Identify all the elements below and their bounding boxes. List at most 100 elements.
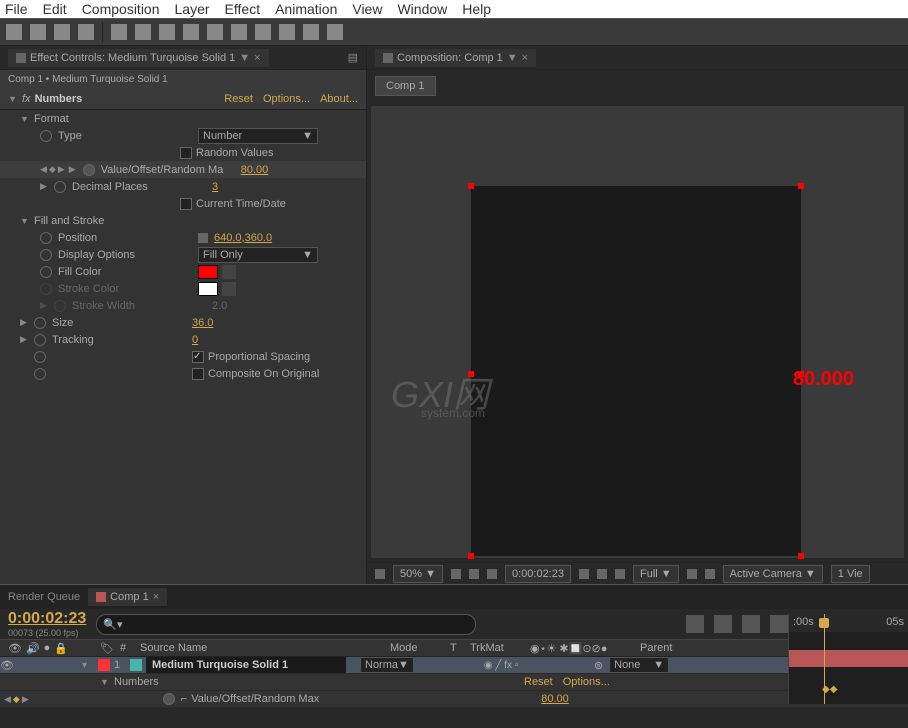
decimal-places-value[interactable]: 3 xyxy=(212,181,218,193)
pen-tool-icon[interactable] xyxy=(183,24,199,40)
stopwatch-icon[interactable] xyxy=(34,334,46,346)
comp-original-checkbox[interactable] xyxy=(192,368,204,380)
fx-row[interactable]: ▼ Numbers Reset Options... xyxy=(0,674,908,691)
lock-icon[interactable]: 🔒 xyxy=(54,642,68,655)
prop-row[interactable]: ◀◆▶ ⌐ Value/Offset/Random Max 80.00 xyxy=(0,691,908,708)
eye-toggle[interactable]: 👁 xyxy=(0,659,14,672)
collapse-arrow-icon[interactable]: ▼ xyxy=(20,114,30,124)
keyframe-nav[interactable]: ◀◆▶ xyxy=(40,164,65,175)
solo-icon[interactable]: ● xyxy=(44,642,51,655)
layer-name[interactable]: Medium Turquoise Solid 1 xyxy=(146,657,346,673)
prop-track-value[interactable]: 80.00 xyxy=(541,693,569,705)
render-queue-tab[interactable]: Render Queue xyxy=(8,591,80,603)
rotate-tool-icon[interactable] xyxy=(78,24,94,40)
expand-arrow-icon[interactable]: ▼ xyxy=(100,677,110,687)
composition-tab[interactable]: Composition: Comp 1 ▼ × xyxy=(375,49,536,67)
current-time-checkbox[interactable] xyxy=(180,198,192,210)
handle-icon[interactable] xyxy=(798,553,804,559)
about-link[interactable]: About... xyxy=(320,93,358,105)
collapse-arrow-icon[interactable]: ▼ xyxy=(8,94,18,104)
rect-tool-icon[interactable] xyxy=(159,24,175,40)
prop-spacing-checkbox[interactable] xyxy=(192,351,204,363)
timeline-track-area[interactable]: :00s 05s ◆◆ xyxy=(788,614,908,704)
expand-arrow-icon[interactable]: ▶ xyxy=(20,317,30,328)
color-icon[interactable] xyxy=(615,569,625,579)
stopwatch-icon[interactable] xyxy=(34,351,46,363)
hand-tool-icon[interactable] xyxy=(30,24,46,40)
menu-edit[interactable]: Edit xyxy=(43,1,67,17)
effect-name[interactable]: Numbers xyxy=(35,93,83,105)
mask-icon[interactable] xyxy=(469,569,479,579)
roto-tool-icon[interactable] xyxy=(303,24,319,40)
draft3d-icon[interactable] xyxy=(714,615,732,633)
timeline-comp-tab[interactable]: Comp 1 × xyxy=(88,588,167,606)
menu-composition[interactable]: Composition xyxy=(82,1,160,17)
comp-tab-button[interactable]: Comp 1 xyxy=(375,76,436,96)
expand-arrow-icon[interactable]: ▶ xyxy=(69,164,79,175)
type-dropdown[interactable]: Number▼ xyxy=(198,128,318,144)
parent-pickwhip-icon[interactable]: ⊚ xyxy=(594,659,603,672)
resolution-dropdown[interactable]: Full ▼ xyxy=(633,565,679,583)
menu-animation[interactable]: Animation xyxy=(275,1,337,17)
keyframe-nav[interactable]: ◀◆▶ xyxy=(4,694,29,705)
handle-icon[interactable] xyxy=(468,553,474,559)
type-tool-icon[interactable] xyxy=(207,24,223,40)
crosshair-icon[interactable] xyxy=(198,233,208,243)
reset-link[interactable]: Reset xyxy=(224,93,253,105)
zoom-tool-icon[interactable] xyxy=(54,24,70,40)
stopwatch-icon[interactable] xyxy=(54,181,66,193)
eye-icon[interactable]: 👁 xyxy=(8,642,22,655)
frame-blend-icon[interactable] xyxy=(742,615,760,633)
time-ruler[interactable]: :00s 05s xyxy=(789,614,908,632)
eyedropper-icon[interactable] xyxy=(222,265,236,279)
channel-icon[interactable] xyxy=(597,569,607,579)
size-value[interactable]: 36.0 xyxy=(192,317,213,329)
time-display[interactable]: 0:00:02:23 xyxy=(505,565,571,583)
expand-arrow-icon[interactable]: ▶ xyxy=(40,181,50,192)
selection-tool-icon[interactable] xyxy=(6,24,22,40)
stopwatch-icon[interactable] xyxy=(40,249,52,261)
camera-dropdown[interactable]: Active Camera ▼ xyxy=(723,565,823,583)
layer-bar[interactable] xyxy=(789,650,908,667)
keyframe-icon[interactable]: ◆◆ xyxy=(822,684,837,695)
menu-file[interactable]: File xyxy=(5,1,28,17)
grid-icon[interactable] xyxy=(375,569,385,579)
clone-tool-icon[interactable] xyxy=(255,24,271,40)
source-col[interactable]: Source Name xyxy=(140,642,390,654)
snapshot-icon[interactable] xyxy=(579,569,589,579)
menu-help[interactable]: Help xyxy=(462,1,491,17)
fill-color-swatch[interactable] xyxy=(198,265,218,279)
value-offset-value[interactable]: 80.00 xyxy=(241,164,269,176)
composition-viewer[interactable]: 80.000 GXI网 system.com xyxy=(371,106,904,558)
menu-effect[interactable]: Effect xyxy=(225,1,261,17)
guide-icon[interactable] xyxy=(487,569,497,579)
fx-reset[interactable]: Reset xyxy=(524,676,553,688)
expand-arrow-icon[interactable]: ▶ xyxy=(20,334,30,345)
parent-dropdown[interactable]: None▼ xyxy=(609,657,669,673)
menu-layer[interactable]: Layer xyxy=(175,1,210,17)
mode-dropdown[interactable]: Norma▼ xyxy=(360,657,414,673)
panel-menu-icon[interactable]: ▤ xyxy=(348,51,358,64)
collapse-arrow-icon[interactable]: ▼ xyxy=(20,216,30,226)
view-dropdown[interactable]: 1 Vie xyxy=(831,565,870,583)
options-link[interactable]: Options... xyxy=(263,93,310,105)
transparency-icon[interactable] xyxy=(705,569,715,579)
roi-icon[interactable] xyxy=(687,569,697,579)
stopwatch-icon[interactable] xyxy=(40,130,52,142)
tracking-value[interactable]: 0 xyxy=(192,334,198,346)
handle-icon[interactable] xyxy=(798,183,804,189)
stopwatch-icon[interactable] xyxy=(40,232,52,244)
brush-tool-icon[interactable] xyxy=(231,24,247,40)
switches[interactable]: ◉ ╱ fx ▫ xyxy=(484,660,544,671)
fx-options[interactable]: Options... xyxy=(563,676,610,688)
stopwatch-icon[interactable] xyxy=(83,164,95,176)
display-options-dropdown[interactable]: Fill Only▼ xyxy=(198,247,318,263)
menu-view[interactable]: View xyxy=(352,1,382,17)
graph-icon[interactable]: ⌐ xyxy=(181,693,187,705)
current-time[interactable]: 0:00:02:23 xyxy=(8,610,86,628)
puppet-tool-icon[interactable] xyxy=(327,24,343,40)
stopwatch-icon[interactable] xyxy=(163,693,175,705)
label-col[interactable]: 🏷 xyxy=(100,642,120,655)
expand-arrow-icon[interactable]: ▼ xyxy=(80,660,90,670)
close-icon[interactable]: × xyxy=(522,52,528,64)
